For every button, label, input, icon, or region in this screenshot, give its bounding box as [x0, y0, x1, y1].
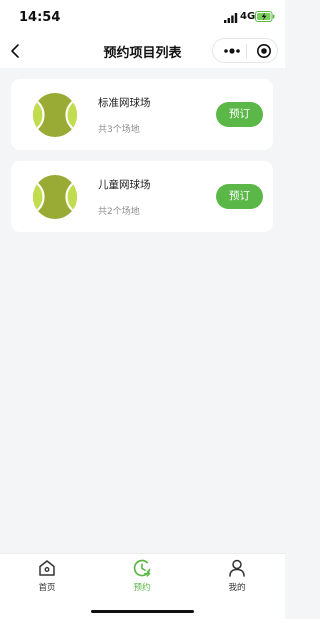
app-page: 14:54 4G 预约项目列表 标准网球场 共3个场地 预订 儿童网球场 共2个… — [0, 0, 285, 619]
home-indicator — [91, 610, 194, 613]
mini-program-capsule — [212, 38, 278, 63]
tab-label: 首页 — [38, 583, 56, 593]
tennis-ball-icon — [33, 93, 77, 137]
user-icon — [229, 559, 245, 577]
tennis-ball-icon — [33, 175, 77, 219]
signal-icon — [224, 13, 238, 23]
home-icon — [39, 560, 55, 576]
status-time: 14:54 — [19, 10, 61, 25]
more-icon[interactable] — [223, 46, 241, 56]
close-icon[interactable] — [256, 43, 272, 59]
book-button[interactable]: 预订 — [216, 184, 263, 209]
nav-bar: 预约项目列表 — [0, 34, 285, 68]
tab-bar: 首页 预约 我的 — [0, 553, 285, 619]
venue-name: 标准网球场 — [98, 97, 151, 109]
venue-card[interactable]: 儿童网球场 共2个场地 预订 — [11, 161, 273, 232]
status-bar: 14:54 4G — [0, 0, 285, 34]
tab-label: 预约 — [133, 583, 151, 593]
book-button[interactable]: 预订 — [216, 102, 263, 127]
venue-card[interactable]: 标准网球场 共3个场地 预订 — [11, 79, 273, 150]
tab-booking[interactable]: 预约 — [117, 558, 167, 598]
network-label: 4G — [240, 11, 256, 22]
venue-court-count: 共2个场地 — [98, 207, 140, 217]
capsule-divider — [246, 44, 247, 58]
tab-label: 我的 — [228, 583, 246, 593]
tab-mine[interactable]: 我的 — [212, 558, 262, 598]
battery-charging-icon — [255, 11, 275, 22]
clock-icon — [133, 559, 151, 577]
venue-court-count: 共3个场地 — [98, 125, 140, 135]
tab-home[interactable]: 首页 — [22, 558, 72, 598]
venue-name: 儿童网球场 — [98, 179, 151, 191]
